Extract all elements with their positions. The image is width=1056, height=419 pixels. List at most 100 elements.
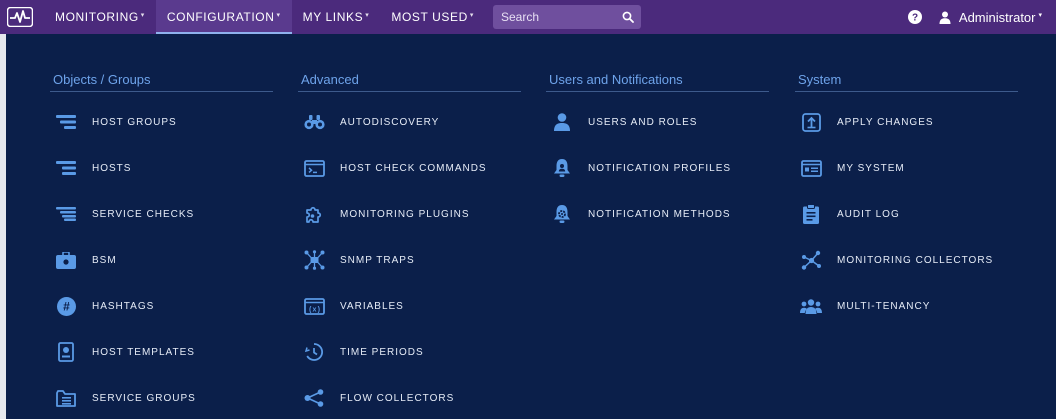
column-title: Objects / Groups (50, 72, 273, 92)
binoculars-icon (303, 111, 325, 133)
users-group-icon (800, 295, 822, 317)
column-users-notifications: Users and Notifications USERS AND ROLES … (546, 72, 769, 237)
collector-nodes-icon (800, 249, 822, 271)
nav-monitoring[interactable]: MONITORING ▾ (44, 0, 156, 34)
search-icon[interactable] (621, 10, 635, 24)
network-icon (303, 249, 325, 271)
column-title: System (795, 72, 1018, 92)
menu-item-label: HOST TEMPLATES (92, 346, 195, 358)
left-edge-bar (0, 34, 6, 419)
menu-item-users-and-roles[interactable]: USERS AND ROLES (546, 99, 769, 145)
menu-item-autodiscovery[interactable]: AUTODISCOVERY (298, 99, 521, 145)
user-menu[interactable]: Administrator ▾ (939, 10, 1042, 25)
menu-item-label: TIME PERIODS (340, 346, 424, 358)
hashtag-icon: # (55, 295, 77, 317)
svg-text:(x): (x) (308, 306, 321, 314)
menu-item-hashtags[interactable]: # HASHTAGS (50, 283, 273, 329)
menu-item-apply-changes[interactable]: APPLY CHANGES (795, 99, 1018, 145)
host-groups-icon (55, 111, 77, 133)
menu-item-host-check-commands[interactable]: HOST CHECK COMMANDS (298, 145, 521, 191)
menu-item-snmp-traps[interactable]: SNMP TRAPS (298, 237, 521, 283)
clock-history-icon (303, 341, 325, 363)
column-objects-groups: Objects / Groups HOST GROUPS HOSTS SERVI… (50, 72, 273, 419)
template-icon (55, 341, 77, 363)
service-checks-icon (55, 203, 77, 225)
menu-item-label: HASHTAGS (92, 300, 155, 312)
menu-item-my-system[interactable]: MY SYSTEM (795, 145, 1018, 191)
menu-item-notification-profiles[interactable]: NOTIFICATION PROFILES (546, 145, 769, 191)
menu-item-label: AUTODISCOVERY (340, 116, 440, 128)
user-icon (551, 111, 573, 133)
upload-icon (800, 111, 822, 133)
menu-item-audit-log[interactable]: AUDIT LOG (795, 191, 1018, 237)
menu-item-label: MONITORING COLLECTORS (837, 254, 994, 266)
menu-item-label: MULTI-TENANCY (837, 300, 931, 312)
puzzle-icon (303, 203, 325, 225)
terminal-icon (303, 157, 325, 179)
share-nodes-icon (303, 387, 325, 409)
nav-monitoring-label: MONITORING (55, 10, 139, 24)
variables-icon: (x) (303, 295, 325, 317)
menu-item-host-groups[interactable]: HOST GROUPS (50, 99, 273, 145)
nav-configuration-label: CONFIGURATION (166, 10, 275, 24)
search-box (493, 5, 641, 29)
menu-item-time-periods[interactable]: TIME PERIODS (298, 329, 521, 375)
menu-item-monitoring-plugins[interactable]: MONITORING PLUGINS (298, 191, 521, 237)
menu-item-label: SNMP TRAPS (340, 254, 415, 266)
menu-item-variables[interactable]: (x) VARIABLES (298, 283, 521, 329)
menu-item-host-templates[interactable]: HOST TEMPLATES (50, 329, 273, 375)
menu-item-label: SERVICE GROUPS (92, 392, 196, 404)
search-input[interactable] (501, 10, 621, 24)
chevron-down-icon: ▾ (140, 11, 145, 19)
column-advanced: Advanced AUTODISCOVERY HOST CHECK COMMAN… (298, 72, 521, 419)
menu-item-monitoring-collectors[interactable]: MONITORING COLLECTORS (795, 237, 1018, 283)
chevron-down-icon: ▾ (469, 11, 474, 19)
clipboard-icon (800, 203, 822, 225)
menu-item-label: HOST CHECK COMMANDS (340, 162, 487, 174)
column-title: Advanced (298, 72, 521, 92)
nav-my-links-label: MY LINKS (302, 10, 364, 24)
system-card-icon (800, 157, 822, 179)
menu-item-flow-collectors[interactable]: FLOW COLLECTORS (298, 375, 521, 419)
menu-item-label: VARIABLES (340, 300, 404, 312)
menu-item-service-groups[interactable]: SERVICE GROUPS (50, 375, 273, 419)
menu-item-label: SERVICE CHECKS (92, 208, 195, 220)
menu-item-hosts[interactable]: HOSTS (50, 145, 273, 191)
menu-item-label: APPLY CHANGES (837, 116, 934, 128)
nav-most-used-label: MOST USED (391, 10, 468, 24)
nav-most-used[interactable]: MOST USED ▾ (380, 0, 485, 34)
svg-text:?: ? (912, 13, 918, 24)
bell-user-icon (551, 157, 573, 179)
menu-item-service-checks[interactable]: SERVICE CHECKS (50, 191, 273, 237)
column-title: Users and Notifications (546, 72, 769, 92)
hosts-icon (55, 157, 77, 179)
help-icon[interactable]: ? (907, 9, 923, 25)
user-icon (939, 10, 953, 24)
menu-item-label: NOTIFICATION METHODS (588, 208, 731, 220)
column-system: System APPLY CHANGES MY SYSTEM AUDIT LOG… (795, 72, 1018, 329)
folder-list-icon (55, 387, 77, 409)
nav-configuration[interactable]: CONFIGURATION ▾ (155, 0, 292, 34)
menu-item-label: FLOW COLLECTORS (340, 392, 455, 404)
menu-item-label: AUDIT LOG (837, 208, 900, 220)
top-navigation-bar: MONITORING ▾ CONFIGURATION ▾ MY LINKS ▾ … (0, 0, 1056, 34)
user-name: Administrator (958, 9, 1036, 25)
logo-icon[interactable] (4, 6, 36, 28)
menu-item-multi-tenancy[interactable]: MULTI-TENANCY (795, 283, 1018, 329)
chevron-down-icon: ▾ (276, 11, 281, 19)
menu-item-label: BSM (92, 254, 117, 266)
chevron-down-icon: ▾ (365, 11, 370, 19)
menu-item-label: USERS AND ROLES (588, 116, 698, 128)
chevron-down-icon: ▾ (1038, 11, 1042, 19)
menu-item-bsm[interactable]: BSM (50, 237, 273, 283)
nav-my-links[interactable]: MY LINKS ▾ (292, 0, 381, 34)
menu-item-label: HOST GROUPS (92, 116, 177, 128)
svg-text:#: # (63, 299, 70, 313)
menu-item-label: MY SYSTEM (837, 162, 905, 174)
menu-item-label: HOSTS (92, 162, 132, 174)
menu-item-notification-methods[interactable]: NOTIFICATION METHODS (546, 191, 769, 237)
menu-item-label: NOTIFICATION PROFILES (588, 162, 732, 174)
bell-gear-icon (551, 203, 573, 225)
menu-item-label: MONITORING PLUGINS (340, 208, 470, 220)
briefcase-icon (55, 249, 77, 271)
